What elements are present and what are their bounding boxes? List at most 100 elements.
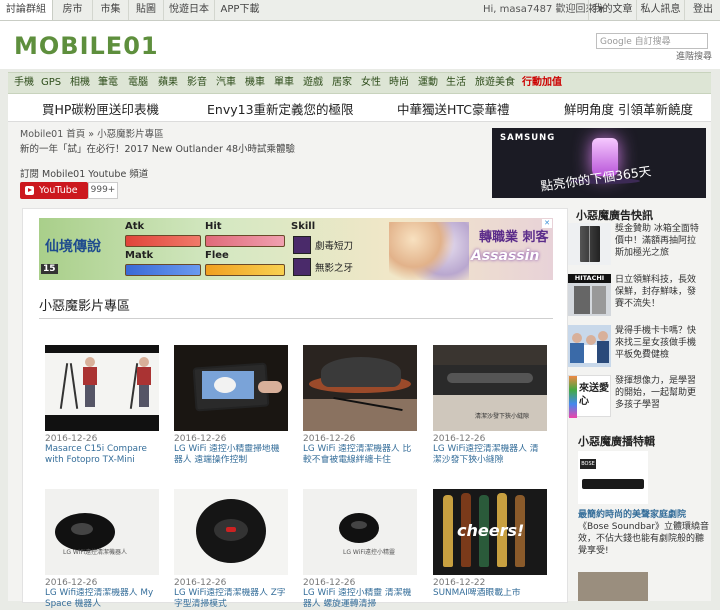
side-ad-item[interactable]: HITACHI 日立領鮮科技，長效保鮮，封存鮮味，發賽不流失！ (568, 274, 698, 316)
game-ad-banner[interactable]: ✕ 仙境傳說 Atk Hit Matk Flee Skill 劇毒短刀 無影之牙… (39, 218, 553, 280)
stat-label: Hit (205, 221, 222, 232)
youtube-subscribe-button[interactable]: YouTube (20, 182, 88, 199)
video-card[interactable]: 2016-12-26 LG WiFi 遠控清潔機器人 比較不會被電線絆纏卡住 (303, 345, 417, 466)
job-title-en: Assassin (471, 248, 540, 264)
logout-link[interactable]: 登出 (684, 0, 720, 20)
stat-label: Flee (205, 250, 229, 261)
video-date: 2016-12-26 (303, 578, 356, 588)
headline-link[interactable]: 新的一年「試」在必行！2017 New Outlander 48小時試乘體驗 (20, 141, 295, 155)
video-title[interactable]: LG Wifi遠控清潔機器人 My Space 機器人 (45, 588, 159, 610)
video-card[interactable]: 清潔沙發下狹小縫隙 2016-12-26 LG WiFi遠控清潔機器人 清潔沙發… (433, 345, 547, 466)
video-title[interactable]: LG WiFi 遠控小精靈掃地機器人 遠端操作控制 (174, 444, 288, 466)
video-title[interactable]: LG WiFi 遠控小精靈 清潔機器人 螺旋運轉清掃 (303, 588, 417, 610)
nav-item[interactable]: 居家 (332, 73, 352, 93)
atk-bar (125, 235, 201, 247)
advanced-search-link[interactable]: 進階搜尋 (676, 49, 712, 62)
site-logo[interactable]: MOBILE01 (14, 31, 159, 61)
video-title[interactable]: LG WiFi遠控清潔機器人 清潔沙發下狹小縫隙 (433, 444, 547, 466)
nav-item[interactable]: 蘋果 (158, 73, 178, 93)
nav-item[interactable]: GPS (41, 73, 61, 93)
nav-item[interactable]: 時尚 (389, 73, 409, 93)
video-card[interactable]: 2016-12-26 LG WiFi遠控清潔機器人 Z字字型清掃模式 (174, 489, 288, 610)
side-thumbnail[interactable] (578, 572, 648, 601)
tab-photos[interactable]: 貼圖 (129, 0, 164, 20)
fridge-image (568, 223, 611, 265)
video-card[interactable]: LG WiFi遠控小精靈 2016-12-26 LG WiFi 遠控小精靈 清潔… (303, 489, 417, 610)
samsung-ad[interactable]: SAMSUNG 點亮你的下個365天 (492, 128, 706, 198)
samsung-girls-image (568, 325, 611, 367)
search-input[interactable]: Google 自訂搜尋 (596, 33, 708, 49)
samsung-logo: SAMSUNG (500, 133, 556, 143)
video-thumbnail[interactable] (45, 345, 159, 431)
tab-realestate[interactable]: 房市 (53, 0, 93, 20)
tab-market[interactable]: 市集 (93, 0, 129, 20)
nav-item[interactable]: 運動 (418, 73, 438, 93)
video-card[interactable]: 2016-12-26 LG WiFi 遠控小精靈掃地機器人 遠端操作控制 (174, 345, 288, 466)
promo-link[interactable]: 中華獨送HTC豪華禮 (397, 99, 510, 118)
side-ad-item[interactable]: 來送愛心 發揮想像力，是學習的開始，一起幫助更多孩子學習 (568, 375, 699, 418)
video-title[interactable]: LG WiFi 遠控清潔機器人 比較不會被電線絆纏卡住 (303, 444, 417, 466)
video-thumbnail[interactable]: LG WiFi遠控小精靈 (303, 489, 417, 575)
hitachi-logo: HITACHI (568, 274, 611, 283)
bose-image[interactable]: BOSE (578, 451, 648, 504)
nav-item[interactable]: 汽車 (216, 73, 236, 93)
private-messages-link[interactable]: 私人訊息 (636, 0, 684, 20)
promo-link[interactable]: 買HP碳粉匣送印表機 (42, 99, 159, 118)
nav-item[interactable]: 生活 (446, 73, 466, 93)
nav-item[interactable]: 旅遊美食 (475, 73, 515, 93)
video-thumbnail[interactable]: cheers! (433, 489, 547, 575)
matk-bar (125, 264, 201, 276)
top-bar: 討論群組 房市 市集 貼圖 悅遊日本 APP下載 Hi, masa7487 歡迎… (0, 0, 720, 21)
breadcrumb[interactable]: Mobile01 首頁 » 小惡魔影片專區 (20, 126, 164, 140)
video-thumbnail[interactable]: 清潔沙發下狹小縫隙 (433, 345, 547, 431)
tab-app-download[interactable]: APP下載 (215, 0, 265, 20)
skill-label: Skill (291, 221, 316, 232)
video-thumbnail[interactable] (174, 345, 288, 431)
video-title[interactable]: SUNMAI啤酒眼載上市 (433, 588, 547, 610)
side-ad-item[interactable]: 覺得手機卡卡嗎？快來找三星女孩做手機平板免費健檢 (568, 325, 698, 367)
skill-name: 無影之牙 (315, 263, 354, 274)
video-thumbnail[interactable]: LG WiFi遠控清潔機器人 (45, 489, 159, 575)
video-card[interactable]: cheers! 2016-12-22 SUNMAI啤酒眼載上市 (433, 489, 547, 610)
nav-item[interactable]: 相機 (70, 73, 90, 93)
tab-forum[interactable]: 討論群組 (0, 0, 53, 20)
nav-item[interactable]: 遊戲 (303, 73, 323, 93)
charity-label: 來送愛心 (579, 383, 609, 407)
nav-item-hot[interactable]: 行動加值 (522, 73, 562, 93)
promo-link[interactable]: 鮮明角度 引領革新饒度 (564, 99, 693, 118)
video-date: 2016-12-26 (174, 434, 227, 444)
video-card[interactable]: LG WiFi遠控清潔機器人 2016-12-26 LG Wifi遠控清潔機器人… (45, 489, 159, 610)
video-card[interactable]: 2016-12-26 Masarce C15i Compare with Fot… (45, 345, 159, 466)
nav-item[interactable]: 機車 (245, 73, 265, 93)
video-date: 2016-12-26 (433, 434, 486, 444)
feature-description: 《Bose Soundbar》立體環繞音效，不佔大錢也能有劇院般的聽覺享受! (578, 522, 710, 556)
video-thumbnail[interactable] (303, 345, 417, 431)
hitachi-image: HITACHI (568, 274, 611, 316)
nav-item[interactable]: 電腦 (128, 73, 148, 93)
charity-image: 來送愛心 (568, 375, 611, 418)
video-title[interactable]: Masarce C15i Compare with Fotopro TX-Min… (45, 444, 159, 466)
nav-item[interactable]: 筆電 (98, 73, 118, 93)
side-ad-text[interactable]: 日立領鮮科技，長效保鮮，封存鮮味，發賽不流失！ (615, 274, 699, 316)
video-thumbnail[interactable] (174, 489, 288, 575)
my-articles-link[interactable]: 我的文章 (588, 0, 636, 20)
nav-item[interactable]: 手機 (14, 73, 34, 93)
tab-japan[interactable]: 悅遊日本 (164, 0, 215, 20)
flee-bar (205, 264, 285, 276)
user-greeting[interactable]: Hi, masa7487 歡迎回來 ▾ (483, 0, 604, 20)
promo-link[interactable]: Envy13重新定義您的極限 (207, 99, 354, 118)
side-ad-text[interactable]: 發揮想像力，是學習的開始，一起幫助更多孩子學習 (615, 375, 699, 417)
thumb-caption: LG WiFi遠控小精靈 (343, 549, 396, 556)
nav-item[interactable]: 影音 (187, 73, 207, 93)
subscribe-label: 訂閱 Mobile01 Youtube 頻道 (20, 169, 149, 180)
hit-bar (205, 235, 285, 247)
video-title[interactable]: LG WiFi遠控清潔機器人 Z字字型清掃模式 (174, 588, 288, 610)
nav-item[interactable]: 女性 (361, 73, 381, 93)
side-ad-item[interactable]: 獎金贊助 冰箱全面特價中！滿額再抽阿拉斯加極光之旅 (568, 223, 699, 265)
feature-headline[interactable]: 最簡約時尚的美聲家庭劇院 (578, 509, 712, 521)
side-ad-text[interactable]: 覺得手機卡卡嗎？快來找三星女孩做手機平板免費健檢 (615, 325, 699, 367)
side-ad-text[interactable]: 獎金贊助 冰箱全面特價中！滿額再抽阿拉斯加極光之旅 (615, 223, 699, 265)
logo-text: MOBILE (14, 32, 124, 60)
skill-icon (293, 236, 311, 254)
nav-item[interactable]: 單車 (274, 73, 294, 93)
